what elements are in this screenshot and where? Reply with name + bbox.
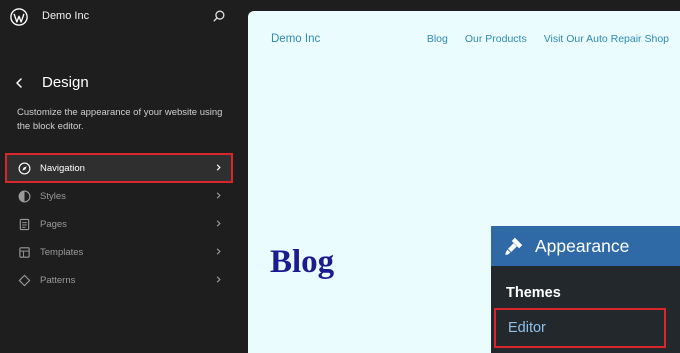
navigation-icon bbox=[18, 162, 31, 174]
wordpress-logo-icon[interactable] bbox=[10, 8, 28, 26]
sidebar-description: Customize the appearance of your website… bbox=[17, 107, 223, 132]
nav-item-label: Patterns bbox=[40, 274, 76, 286]
preview-site-title[interactable]: Demo Inc bbox=[271, 33, 320, 45]
site-name[interactable]: Demo Inc bbox=[42, 10, 89, 22]
preview-nav-auto-repair[interactable]: Visit Our Auto Repair Shop bbox=[544, 33, 669, 45]
nav-item-navigation[interactable]: Navigation bbox=[5, 153, 233, 183]
nav-item-label: Templates bbox=[40, 246, 84, 258]
design-nav-list: Navigation Styles Pages Templates Patter… bbox=[5, 153, 233, 294]
back-chevron-icon[interactable] bbox=[12, 76, 26, 90]
appearance-menu: Appearance Themes Editor bbox=[491, 226, 680, 353]
nav-item-label: Pages bbox=[40, 218, 67, 230]
paintbrush-icon bbox=[505, 237, 523, 255]
appearance-title: Appearance bbox=[535, 235, 630, 256]
preview-page-heading: Blog bbox=[270, 244, 335, 280]
preview-navigation: Blog Our Products Visit Our Auto Repair … bbox=[427, 33, 669, 45]
nav-item-label: Styles bbox=[40, 190, 66, 202]
preview-nav-blog[interactable]: Blog bbox=[427, 33, 448, 45]
preview-nav-our-products[interactable]: Our Products bbox=[465, 33, 527, 45]
chevron-right-icon bbox=[216, 192, 221, 199]
chevron-right-icon bbox=[216, 164, 221, 171]
nav-item-patterns[interactable]: Patterns bbox=[6, 266, 232, 294]
editor-label: Editor bbox=[508, 320, 546, 336]
sidebar-title: Design bbox=[42, 74, 89, 91]
chevron-right-icon bbox=[216, 276, 221, 283]
design-sidebar: Demo Inc Design Customize the appearance… bbox=[0, 0, 240, 353]
themes-submenu-item[interactable]: Themes bbox=[506, 285, 561, 301]
styles-icon bbox=[18, 190, 31, 202]
pages-icon bbox=[19, 218, 30, 230]
nav-item-label: Navigation bbox=[40, 162, 85, 174]
appearance-menu-header[interactable]: Appearance bbox=[491, 226, 680, 266]
chevron-right-icon bbox=[216, 220, 221, 227]
templates-icon bbox=[19, 246, 30, 258]
chevron-right-icon bbox=[216, 248, 221, 255]
nav-item-styles[interactable]: Styles bbox=[6, 182, 232, 210]
nav-item-templates[interactable]: Templates bbox=[6, 238, 232, 266]
nav-item-pages[interactable]: Pages bbox=[6, 210, 232, 238]
search-icon[interactable] bbox=[212, 9, 226, 23]
editor-submenu-item[interactable]: Editor bbox=[494, 308, 666, 348]
patterns-icon bbox=[18, 274, 31, 286]
